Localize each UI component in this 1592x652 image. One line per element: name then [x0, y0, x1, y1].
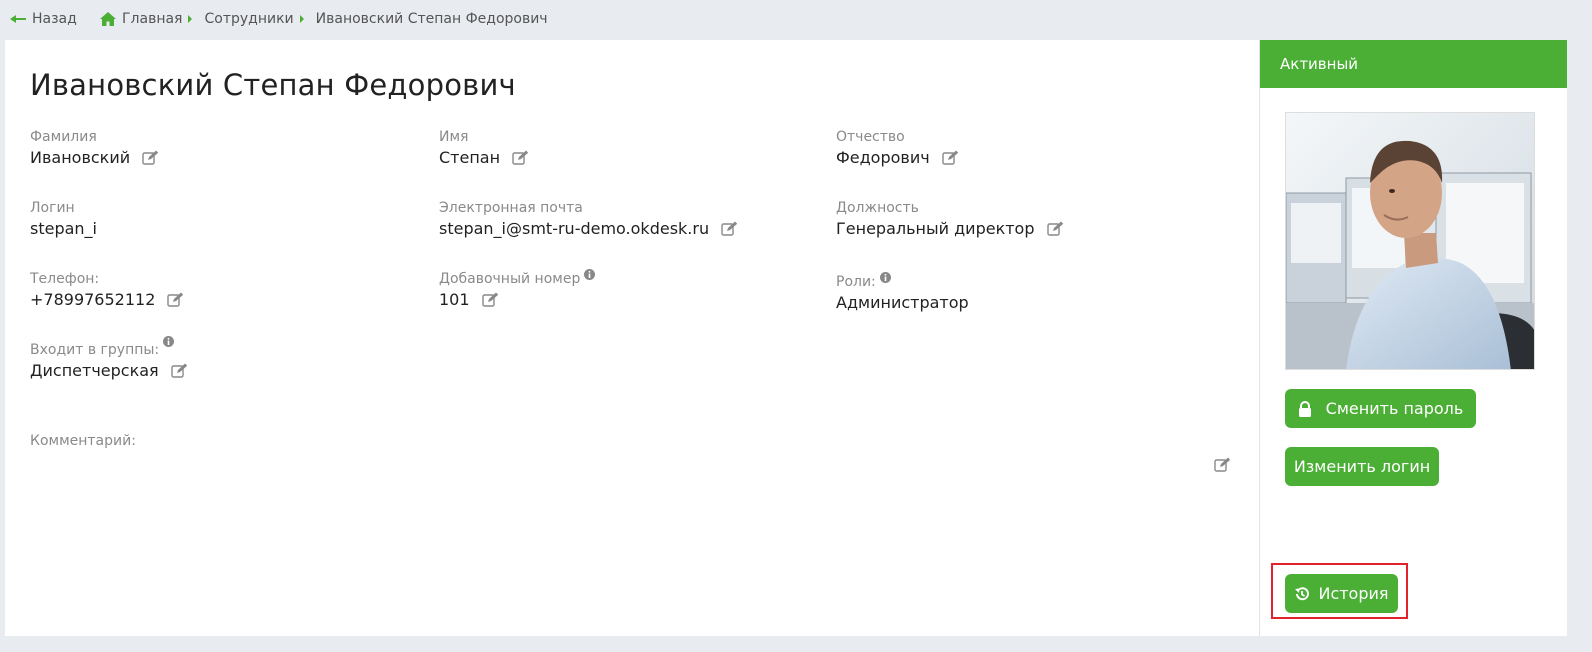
edit-icon[interactable] [512, 150, 529, 165]
field-value: Генеральный директор [836, 219, 1035, 238]
top-bar: Назад Главная Сотрудники Ивановский Степ… [0, 0, 1592, 40]
field-value: Ивановский [30, 148, 131, 167]
field-label: Имя [439, 129, 469, 145]
edit-icon[interactable] [481, 292, 499, 307]
back-link[interactable]: Назад [10, 11, 77, 27]
avatar-photo [1286, 113, 1534, 369]
page-title: Ивановский Степан Федорович [30, 68, 516, 102]
history-label: История [1318, 584, 1389, 603]
field-label: Добавочный номер [439, 271, 581, 287]
field-label: Телефон: [30, 271, 100, 287]
avatar [1285, 112, 1535, 370]
history-icon [1295, 586, 1310, 600]
employee-card: Ивановский Степан Федорович Фамилия Иван… [5, 40, 1259, 636]
field-label: Электронная почта [439, 200, 583, 216]
field-position: Должность Генеральный директор [836, 200, 1064, 238]
field-last-name: Фамилия Ивановский [30, 129, 159, 167]
field-first-name: Имя Степан [439, 129, 529, 167]
field-extension: Добавочный номер 101 [439, 269, 596, 309]
field-email: Электронная почта stepan_i@smt-ru-demo.o… [439, 200, 738, 238]
field-value: stepan_i@smt-ru-demo.okdesk.ru [439, 219, 710, 238]
field-label: Входит в группы: [30, 342, 160, 358]
change-login-button[interactable]: Изменить логин [1285, 447, 1439, 486]
info-icon[interactable] [163, 336, 175, 347]
field-label: Должность [836, 200, 919, 216]
field-label: Фамилия [30, 129, 97, 145]
field-label: Логин [30, 200, 75, 216]
history-button[interactable]: История [1285, 574, 1398, 613]
field-phone: Телефон: +78997652112 [30, 271, 184, 309]
field-value: Администратор [836, 293, 969, 312]
back-link-label: Назад [32, 11, 77, 27]
change-password-button[interactable]: Сменить пароль [1285, 389, 1476, 428]
field-middle-name: Отчество Федорович [836, 129, 959, 167]
field-value: stepan_i [30, 219, 97, 238]
home-icon [100, 12, 116, 26]
breadcrumb: Главная Сотрудники Ивановский Степан Фед… [100, 11, 548, 27]
edit-icon[interactable] [721, 221, 738, 236]
change-login-label: Изменить логин [1293, 457, 1431, 476]
profile-sidebar: Активный Сменить пароль Изменить логин И… [1259, 40, 1567, 636]
field-roles: Роли: Администратор [836, 271, 969, 312]
field-label: Роли: [836, 274, 876, 290]
status-badge: Активный [1260, 40, 1567, 88]
edit-icon[interactable] [1046, 221, 1064, 236]
chevron-right-icon [188, 15, 193, 23]
edit-icon[interactable] [142, 150, 159, 165]
edit-icon[interactable] [167, 292, 184, 307]
breadcrumb-employees[interactable]: Сотрудники [204, 11, 293, 27]
edit-icon[interactable] [942, 150, 959, 165]
chevron-right-icon [299, 15, 304, 23]
field-label: Комментарий: [30, 433, 136, 449]
field-login: Логин stepan_i [30, 200, 97, 238]
field-value: Степан [439, 148, 501, 167]
info-icon[interactable] [879, 272, 891, 283]
field-comment: Комментарий: [30, 433, 136, 452]
field-value: Диспетчерская [30, 361, 159, 380]
edit-comment-icon[interactable] [1214, 457, 1231, 472]
field-value: 101 [439, 290, 470, 309]
arrow-left-icon [10, 13, 26, 25]
info-icon[interactable] [584, 269, 596, 280]
field-value: Федорович [836, 148, 930, 167]
field-groups: Входит в группы: Диспетчерская [30, 336, 188, 380]
field-value: +78997652112 [30, 290, 156, 309]
edit-icon[interactable] [170, 363, 188, 378]
breadcrumb-home[interactable]: Главная [122, 11, 182, 27]
change-password-label: Сменить пароль [1325, 399, 1464, 418]
field-label: Отчество [836, 129, 905, 145]
breadcrumb-current: Ивановский Степан Федорович [315, 11, 548, 27]
lock-icon [1298, 400, 1311, 417]
